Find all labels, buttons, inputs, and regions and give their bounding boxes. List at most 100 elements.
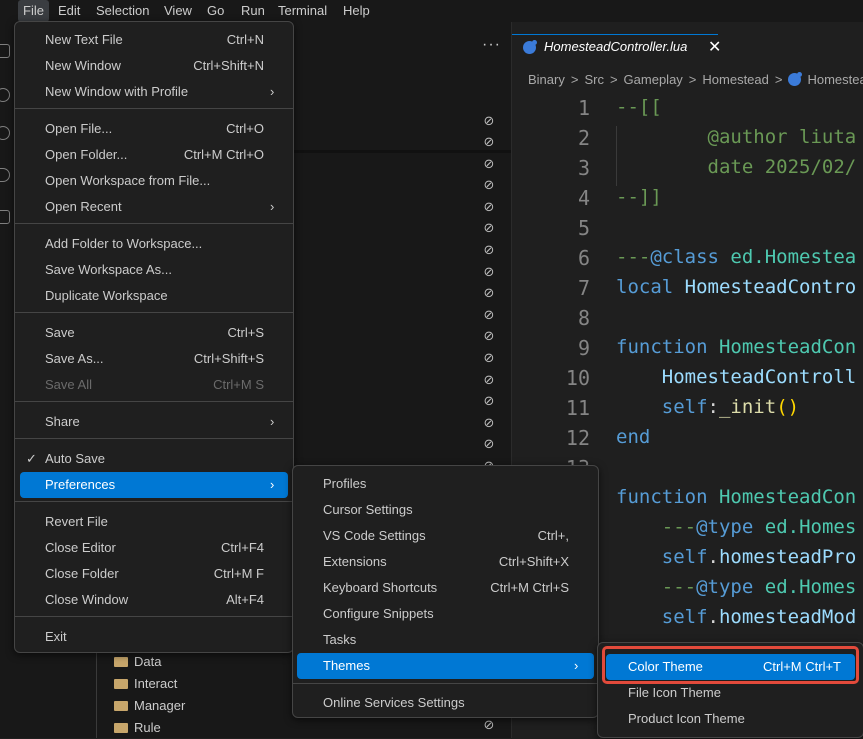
menu-item-close-folder[interactable]: Close Folder Ctrl+M F	[15, 561, 293, 587]
code-line: date 2025/02/	[707, 156, 857, 178]
extensions-icon[interactable]	[0, 210, 10, 224]
breadcrumb-item[interactable]: Src	[584, 72, 604, 87]
status-badge-icon: ⊘	[483, 178, 495, 193]
folder-icon	[114, 679, 128, 689]
status-badge-icon: ⊘	[483, 394, 495, 409]
preferences-menu: Profiles Cursor Settings VS Code Setting…	[292, 465, 599, 718]
menu-item-exit[interactable]: Exit	[15, 624, 293, 650]
menu-item-open-folder[interactable]: Open Folder... Ctrl+M Ctrl+O	[15, 142, 293, 168]
folder-item[interactable]: Rule	[114, 717, 161, 739]
menu-item-preferences[interactable]: Preferences ›	[20, 472, 288, 498]
breadcrumb-item[interactable]: Homestead	[702, 72, 768, 87]
close-icon[interactable]: ✕	[708, 37, 721, 57]
menu-item-tasks[interactable]: Tasks	[293, 627, 598, 653]
menu-item-close-editor[interactable]: Close Editor Ctrl+F4	[15, 535, 293, 561]
explorer-icon[interactable]	[0, 44, 10, 58]
chevron-right-icon: ›	[270, 477, 275, 492]
line-number: 3	[577, 156, 590, 180]
folder-item[interactable]: Interact	[114, 673, 177, 695]
menu-view[interactable]: View	[159, 0, 197, 22]
status-badge-icon: ⊘	[483, 200, 495, 215]
menu-item-open-file[interactable]: Open File... Ctrl+O	[15, 116, 293, 142]
menu-item-extensions[interactable]: Extensions Ctrl+Shift+X	[293, 549, 598, 575]
menu-item-save[interactable]: Save Ctrl+S	[15, 320, 293, 346]
menu-item-product-icon-theme[interactable]: Product Icon Theme	[598, 706, 863, 732]
menu-go[interactable]: Go	[202, 0, 229, 22]
menu-item-new-window[interactable]: New Window Ctrl+Shift+N	[15, 53, 293, 79]
status-badge-icon: ⊘	[483, 718, 495, 733]
line-number: 9	[577, 336, 590, 360]
folder-icon	[114, 723, 128, 733]
menu-separator	[15, 312, 293, 313]
menu-item-vscode-settings[interactable]: VS Code Settings Ctrl+,	[293, 523, 598, 549]
menu-run[interactable]: Run	[236, 0, 270, 22]
menu-item-new-window-with-profile[interactable]: New Window with Profile ›	[15, 79, 293, 105]
source-control-icon[interactable]	[0, 126, 10, 140]
menu-separator	[15, 108, 293, 109]
chevron-right-icon: ›	[574, 658, 579, 673]
menu-separator	[293, 683, 598, 684]
folder-item[interactable]: Data	[114, 651, 161, 673]
lua-file-icon	[523, 40, 537, 54]
check-icon: ✓	[26, 451, 37, 466]
status-badge-icon: ⊘	[483, 329, 495, 344]
menu-item-open-recent[interactable]: Open Recent ›	[15, 194, 293, 220]
chevron-right-icon: ›	[270, 414, 275, 429]
lua-file-icon	[788, 72, 803, 86]
menu-item-auto-save[interactable]: ✓ Auto Save	[15, 446, 293, 472]
code-line: HomesteadControll	[661, 366, 857, 388]
line-number: 11	[565, 396, 590, 420]
activity-bar	[0, 22, 14, 738]
menu-item-save-all: Save All Ctrl+M S	[45, 377, 264, 392]
folder-item[interactable]: Manager	[114, 695, 185, 717]
menu-edit[interactable]: Edit	[53, 0, 85, 22]
menu-item-online-services[interactable]: Online Services Settings	[293, 690, 598, 716]
menu-item-open-workspace[interactable]: Open Workspace from File...	[15, 168, 293, 194]
line-number: 7	[577, 276, 590, 300]
menu-item-profiles[interactable]: Profiles	[293, 471, 598, 497]
menu-item-share[interactable]: Share ›	[15, 409, 293, 435]
menu-item-configure-snippets[interactable]: Configure Snippets	[293, 601, 598, 627]
menu-item-close-window[interactable]: Close Window Alt+F4	[15, 587, 293, 613]
breadcrumb-item[interactable]: HomesteadC	[807, 72, 863, 87]
indent-guide	[96, 648, 97, 738]
code-line: self.homesteadPro	[661, 546, 857, 568]
menu-item-cursor-settings[interactable]: Cursor Settings	[293, 497, 598, 523]
code-line: function HomesteadCon	[616, 336, 857, 358]
menu-item-keyboard-shortcuts[interactable]: Keyboard Shortcuts Ctrl+M Ctrl+S	[293, 575, 598, 601]
menu-help[interactable]: Help	[338, 0, 375, 22]
code-line: local HomesteadContro	[616, 276, 857, 298]
line-number: 2	[577, 126, 590, 150]
more-actions-icon[interactable]: ···	[482, 36, 501, 54]
menu-selection[interactable]: Selection	[91, 0, 154, 22]
menu-item-revert-file[interactable]: Revert File	[15, 509, 293, 535]
line-number: 12	[565, 426, 590, 450]
breadcrumb-item[interactable]: Gameplay	[624, 72, 683, 87]
menu-item-save-as[interactable]: Save As... Ctrl+Shift+S	[15, 346, 293, 372]
menu-item-new-text-file[interactable]: New Text File Ctrl+N	[15, 27, 293, 53]
code-line: ---@type ed.Homes	[661, 516, 857, 538]
breadcrumb-item[interactable]: Binary	[528, 72, 565, 87]
editor-tab[interactable]: HomesteadController.lua ✕	[512, 34, 721, 59]
status-badge-icon: ⊘	[483, 437, 495, 452]
line-number: 6	[577, 246, 590, 270]
code-line: self:_init()	[661, 396, 800, 418]
status-badge-icon: ⊘	[483, 265, 495, 280]
menu-item-duplicate-workspace[interactable]: Duplicate Workspace	[15, 283, 293, 309]
chevron-right-icon: ›	[270, 199, 275, 214]
menu-file[interactable]: File	[18, 0, 49, 22]
menu-terminal[interactable]: Terminal	[273, 0, 332, 22]
menu-item-themes[interactable]: Themes ›	[297, 653, 594, 679]
code-line: --[[	[616, 96, 662, 118]
menu-item-add-folder[interactable]: Add Folder to Workspace...	[15, 231, 293, 257]
menu-separator	[15, 223, 293, 224]
tab-bar: HomesteadController.lua ✕	[512, 34, 863, 59]
line-number: 1	[577, 96, 590, 120]
status-badge-icon: ⊘	[483, 286, 495, 301]
code-line: @author liuta	[707, 126, 857, 148]
search-icon[interactable]	[0, 88, 10, 102]
run-debug-icon[interactable]	[0, 168, 10, 182]
code-line: end	[616, 426, 651, 448]
menu-item-save-workspace-as[interactable]: Save Workspace As...	[15, 257, 293, 283]
file-menu: New Text File Ctrl+N New Window Ctrl+Shift…	[14, 21, 294, 653]
